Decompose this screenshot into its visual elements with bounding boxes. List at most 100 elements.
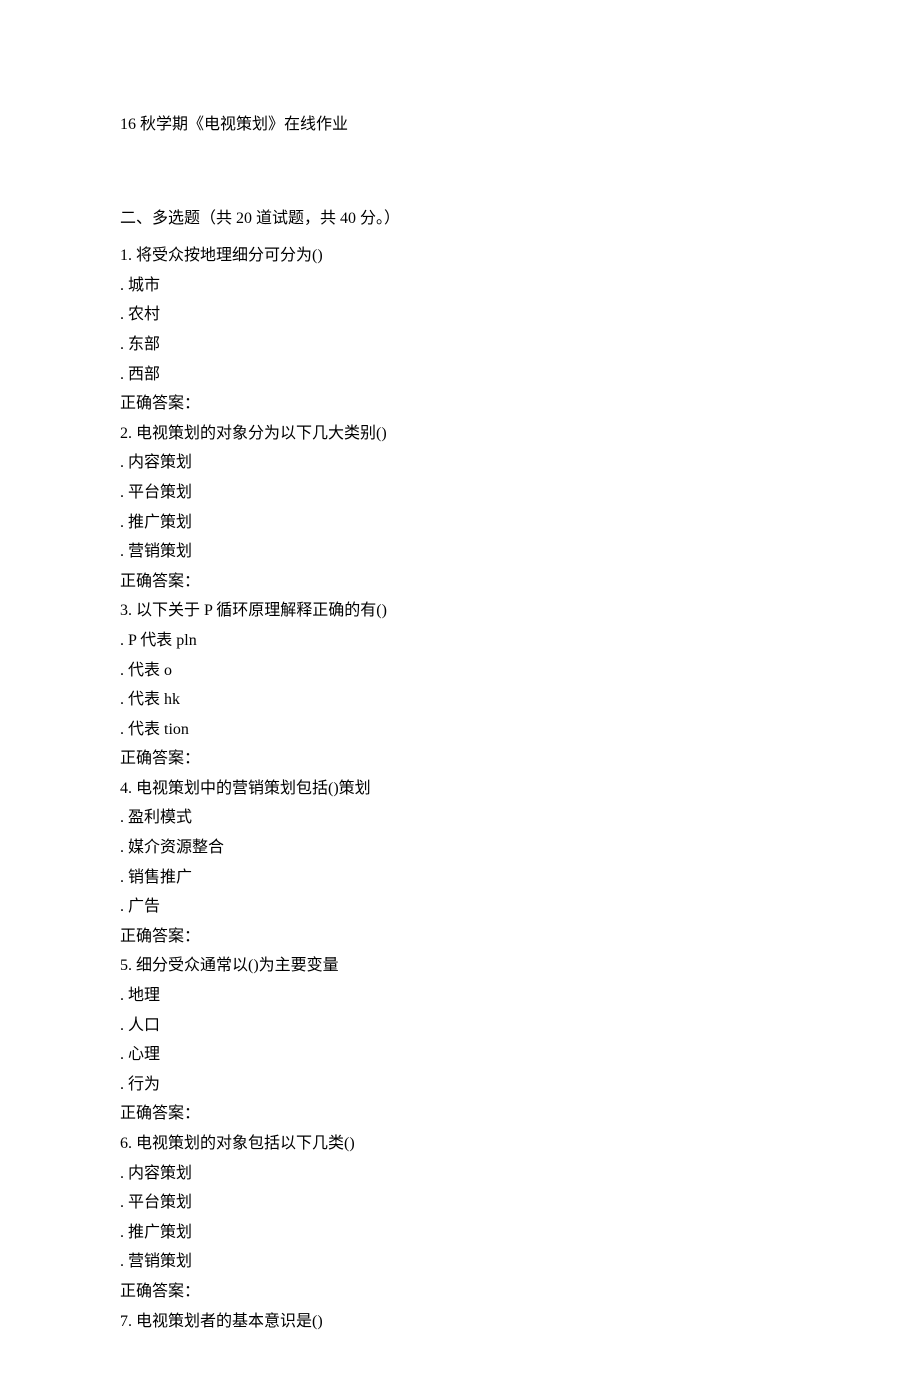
option-line: . 代表 tion	[120, 715, 800, 745]
questions-container: 1. 将受众按地理细分可分为(). 城市. 农村. 东部. 西部正确答案：2. …	[120, 241, 800, 1336]
option-bullet: .	[120, 1253, 128, 1270]
option-text: 平台策划	[128, 484, 192, 501]
option-text: 地理	[128, 987, 160, 1004]
option-text: 人口	[128, 1017, 160, 1034]
option-text: 销售推广	[128, 869, 192, 886]
answer-label: 正确答案：	[120, 1277, 800, 1307]
question-number: 2.	[120, 425, 132, 442]
option-line: . 平台策划	[120, 478, 800, 508]
option-bullet: .	[120, 662, 128, 679]
option-bullet: .	[120, 1017, 128, 1034]
option-line: . 平台策划	[120, 1188, 800, 1218]
option-line: . 城市	[120, 271, 800, 301]
option-line: . 内容策划	[120, 448, 800, 478]
option-bullet: .	[120, 1046, 128, 1063]
option-text: 代表 o	[128, 662, 172, 679]
option-line: . 地理	[120, 981, 800, 1011]
option-text: 农村	[128, 306, 160, 323]
option-line: . 行为	[120, 1070, 800, 1100]
option-line: . 人口	[120, 1011, 800, 1041]
option-line: . 营销策划	[120, 1247, 800, 1277]
answer-label: 正确答案：	[120, 1099, 800, 1129]
option-bullet: .	[120, 454, 128, 471]
question-line: 6. 电视策划的对象包括以下几类()	[120, 1129, 800, 1159]
question-text: 电视策划中的营销策划包括()策划	[136, 780, 371, 797]
question-number: 3.	[120, 602, 132, 619]
question-text: 将受众按地理细分可分为()	[136, 247, 323, 264]
option-text: 城市	[128, 277, 160, 294]
question-block: 6. 电视策划的对象包括以下几类(). 内容策划. 平台策划. 推广策划. 营销…	[120, 1129, 800, 1307]
option-line: . 东部	[120, 330, 800, 360]
answer-label: 正确答案：	[120, 744, 800, 774]
option-text: 心理	[128, 1046, 160, 1063]
option-bullet: .	[120, 277, 128, 294]
question-text: 电视策划的对象分为以下几大类别()	[136, 425, 387, 442]
option-text: 代表 tion	[128, 721, 189, 738]
option-text: 行为	[128, 1076, 160, 1093]
question-number: 6.	[120, 1135, 132, 1152]
option-bullet: .	[120, 1165, 128, 1182]
option-bullet: .	[120, 484, 128, 501]
question-number: 4.	[120, 780, 132, 797]
option-text: 平台策划	[128, 1194, 192, 1211]
option-text: 营销策划	[128, 1253, 192, 1270]
option-text: 代表 hk	[128, 691, 180, 708]
page-title: 16 秋学期《电视策划》在线作业	[120, 110, 800, 140]
question-block: 7. 电视策划者的基本意识是()	[120, 1307, 800, 1337]
option-bullet: .	[120, 1194, 128, 1211]
option-line: . 推广策划	[120, 508, 800, 538]
question-line: 2. 电视策划的对象分为以下几大类别()	[120, 419, 800, 449]
question-line: 1. 将受众按地理细分可分为()	[120, 241, 800, 271]
option-bullet: .	[120, 1224, 128, 1241]
question-text: 以下关于 P 循环原理解释正确的有()	[136, 602, 387, 619]
question-block: 4. 电视策划中的营销策划包括()策划. 盈利模式. 媒介资源整合. 销售推广.…	[120, 774, 800, 952]
option-text: P 代表 pln	[128, 632, 197, 649]
option-bullet: .	[120, 543, 128, 560]
option-bullet: .	[120, 1076, 128, 1093]
option-bullet: .	[120, 632, 128, 649]
option-line: . 代表 hk	[120, 685, 800, 715]
option-text: 东部	[128, 336, 160, 353]
option-line: . 西部	[120, 360, 800, 390]
section-header: 二、多选题（共 20 道试题，共 40 分。）	[120, 204, 800, 234]
option-line: . 媒介资源整合	[120, 833, 800, 863]
option-bullet: .	[120, 987, 128, 1004]
option-line: . 广告	[120, 892, 800, 922]
question-block: 5. 细分受众通常以()为主要变量. 地理. 人口. 心理. 行为正确答案：	[120, 951, 800, 1129]
question-line: 4. 电视策划中的营销策划包括()策划	[120, 774, 800, 804]
question-number: 5.	[120, 957, 132, 974]
option-bullet: .	[120, 366, 128, 383]
option-bullet: .	[120, 514, 128, 531]
option-line: . 内容策划	[120, 1159, 800, 1189]
option-bullet: .	[120, 336, 128, 353]
option-text: 营销策划	[128, 543, 192, 560]
question-text: 电视策划者的基本意识是()	[136, 1313, 323, 1330]
option-line: . 盈利模式	[120, 803, 800, 833]
option-bullet: .	[120, 306, 128, 323]
option-text: 推广策划	[128, 1224, 192, 1241]
option-text: 广告	[128, 898, 160, 915]
question-block: 3. 以下关于 P 循环原理解释正确的有(). P 代表 pln. 代表 o. …	[120, 596, 800, 774]
option-line: . 营销策划	[120, 537, 800, 567]
question-number: 7.	[120, 1313, 132, 1330]
option-bullet: .	[120, 691, 128, 708]
option-bullet: .	[120, 809, 128, 826]
question-number: 1.	[120, 247, 132, 264]
option-line: . 代表 o	[120, 656, 800, 686]
question-block: 2. 电视策划的对象分为以下几大类别(). 内容策划. 平台策划. 推广策划. …	[120, 419, 800, 597]
option-text: 内容策划	[128, 454, 192, 471]
option-text: 媒介资源整合	[128, 839, 224, 856]
answer-label: 正确答案：	[120, 567, 800, 597]
option-bullet: .	[120, 898, 128, 915]
option-bullet: .	[120, 869, 128, 886]
option-text: 推广策划	[128, 514, 192, 531]
option-line: . 销售推广	[120, 863, 800, 893]
option-line: . P 代表 pln	[120, 626, 800, 656]
option-text: 内容策划	[128, 1165, 192, 1182]
option-line: . 推广策划	[120, 1218, 800, 1248]
option-bullet: .	[120, 839, 128, 856]
question-text: 电视策划的对象包括以下几类()	[136, 1135, 355, 1152]
option-text: 西部	[128, 366, 160, 383]
answer-label: 正确答案：	[120, 922, 800, 952]
question-text: 细分受众通常以()为主要变量	[136, 957, 339, 974]
